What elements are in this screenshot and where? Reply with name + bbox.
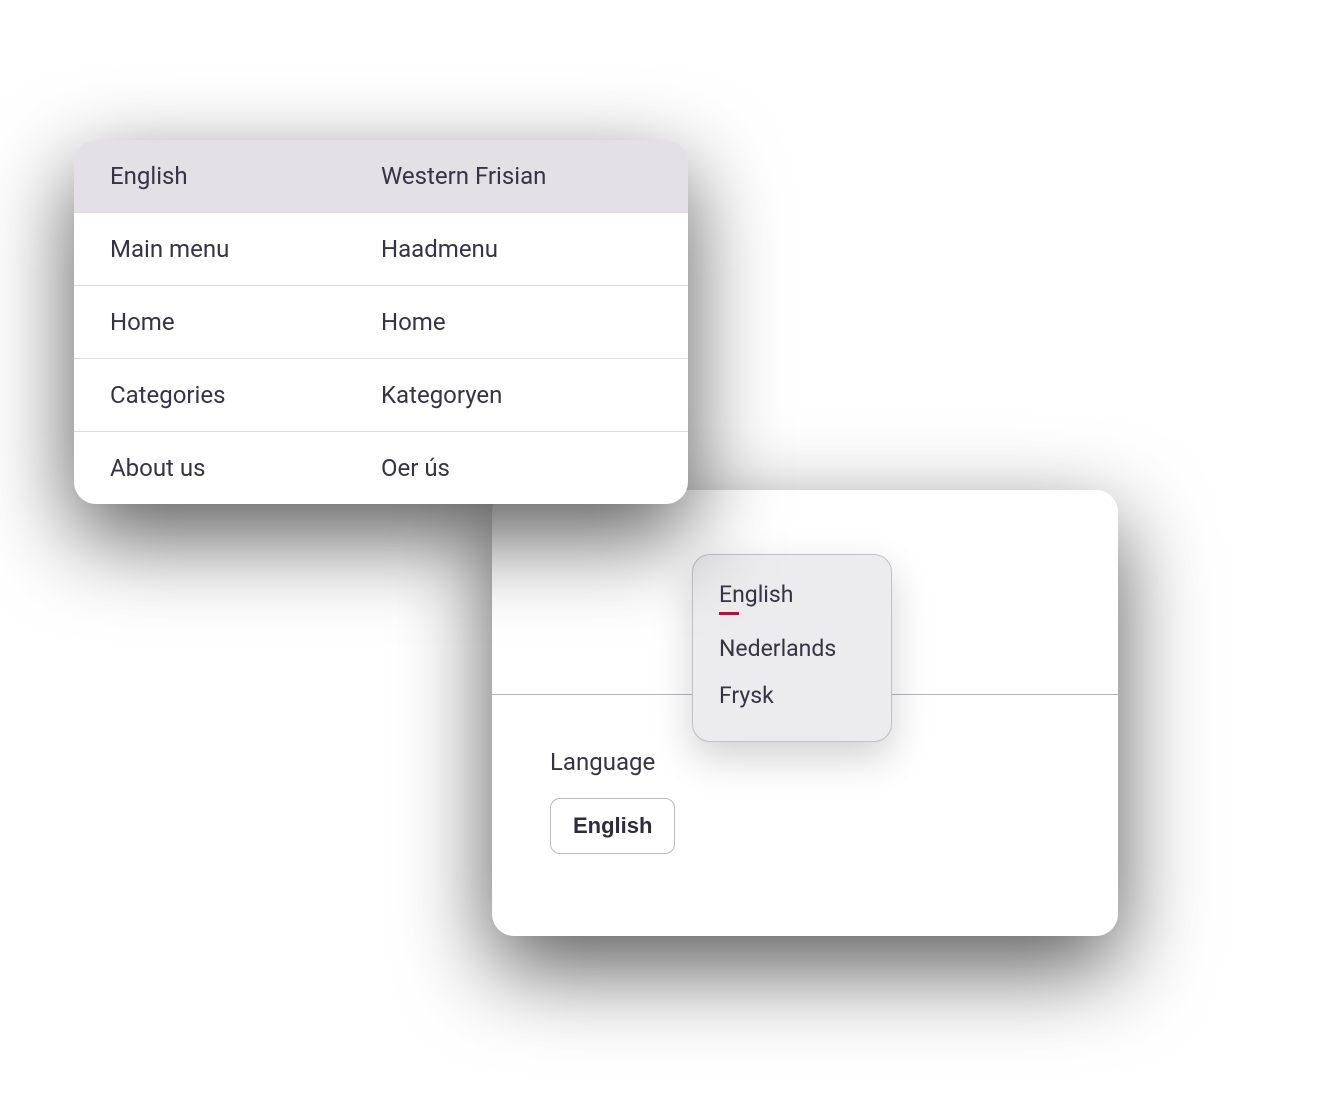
table-row: Main menu Haadmenu — [74, 212, 688, 285]
source-cell: Categories — [110, 381, 381, 409]
dropdown-option-label: English — [719, 581, 793, 608]
table-row: Home Home — [74, 285, 688, 358]
table-row: About us Oer ús — [74, 431, 688, 504]
table-row: Categories Kategoryen — [74, 358, 688, 431]
column-header-target: Western Frisian — [381, 162, 652, 190]
target-cell: Oer ús — [381, 454, 652, 482]
dropdown-option-english[interactable]: English — [693, 571, 891, 625]
dropdown-option-label: Nederlands — [719, 635, 836, 662]
language-selector-card: Language English English Nederlands Frys… — [492, 490, 1118, 936]
language-label: Language — [550, 748, 655, 776]
translation-table-header: English Western Frisian — [74, 140, 688, 212]
source-cell: Home — [110, 308, 381, 336]
translation-table-card: English Western Frisian Main menu Haadme… — [74, 140, 688, 504]
language-select-button[interactable]: English — [550, 798, 675, 854]
selected-underline — [719, 612, 739, 615]
source-cell: About us — [110, 454, 381, 482]
dropdown-option-label: Frysk — [719, 682, 774, 709]
language-dropdown: English Nederlands Frysk — [692, 554, 892, 742]
target-cell: Kategoryen — [381, 381, 652, 409]
target-cell: Haadmenu — [381, 235, 652, 263]
column-header-source: English — [110, 162, 381, 190]
dropdown-option-frysk[interactable]: Frysk — [693, 672, 891, 719]
source-cell: Main menu — [110, 235, 381, 263]
target-cell: Home — [381, 308, 652, 336]
dropdown-option-nederlands[interactable]: Nederlands — [693, 625, 891, 672]
